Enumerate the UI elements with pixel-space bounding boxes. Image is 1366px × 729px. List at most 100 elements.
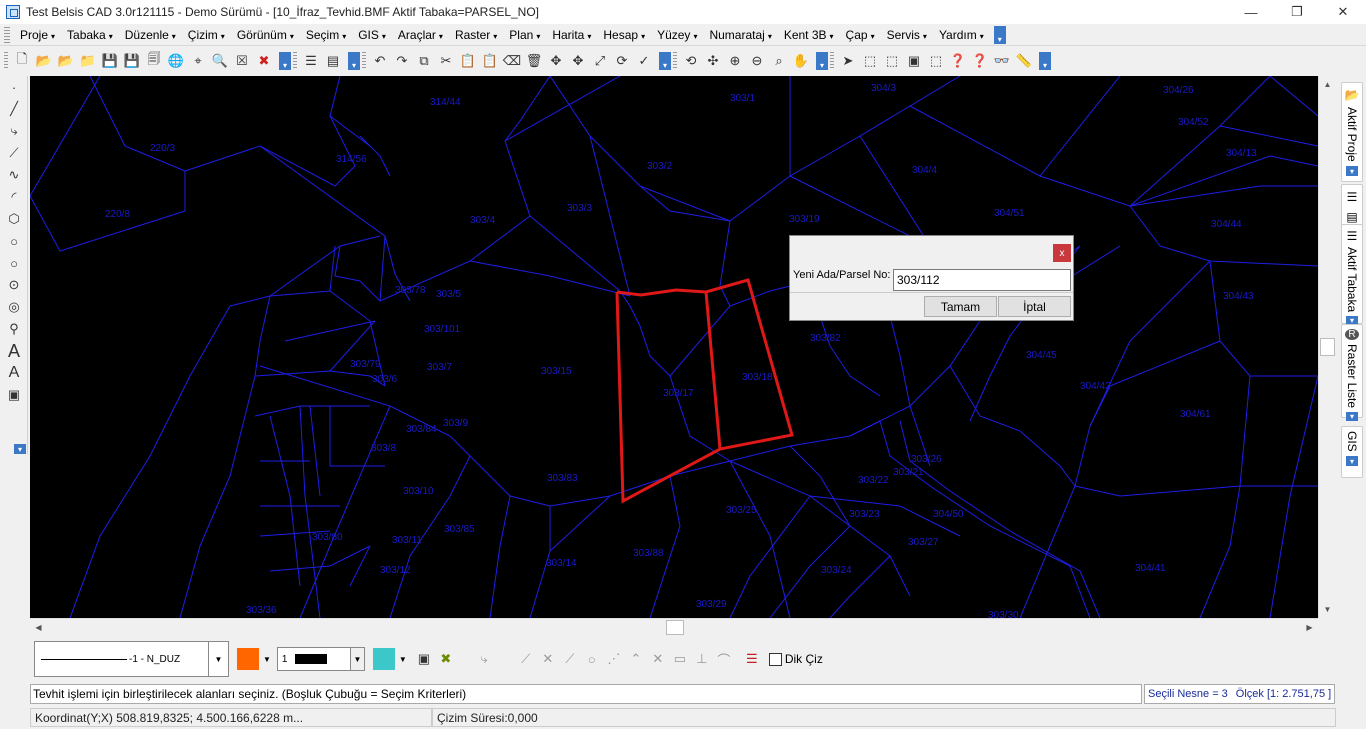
dik-ciz-checkbox[interactable] [768,652,782,666]
select-layer-icon[interactable]: ⬚ [925,50,947,72]
measure-icon[interactable]: 📏 [1013,50,1035,72]
dik-ciz-toggle[interactable]: Dik Çiz [768,652,823,666]
menu-cizim[interactable]: Çizim ▾ [182,28,231,42]
move-icon[interactable]: ✥ [545,50,567,72]
menu-harita[interactable]: Harita ▾ [546,28,597,42]
save-icon[interactable]: 💾 [99,50,121,72]
draw-toolbar-overflow-icon[interactable]: ▾ [14,444,26,454]
snap-intersection-icon[interactable]: ✕ [537,648,559,670]
scroll-left-icon[interactable]: ◀ [30,619,47,636]
copy-move-icon[interactable]: ✥ [567,50,589,72]
circle-2p-icon[interactable]: ○ [1,252,27,274]
menu-gorunum[interactable]: Görünüm ▾ [231,28,300,42]
menu-araclar[interactable]: Araçlar ▾ [392,28,449,42]
trim-icon[interactable]: ✓ [633,50,655,72]
menu-yuzey[interactable]: Yüzey ▾ [651,28,703,42]
refresh-icon[interactable]: ⟲ [680,50,702,72]
menu-secim[interactable]: Seçim ▾ [300,28,352,42]
drawing-canvas[interactable]: 314/44 303/1 304/3 304/26 220/3 314/56 3… [30,76,1318,618]
color-swatch-secondary[interactable] [372,648,395,670]
copy-icon[interactable]: ⧉ [413,50,435,72]
menu-servis[interactable]: Servis ▾ [881,28,933,42]
rotate-icon[interactable]: ⟳ [611,50,633,72]
menubar-overflow-icon[interactable]: ▾ [993,25,1006,44]
line-weight-dropdown-icon[interactable]: ▼ [350,647,365,671]
snap-tangent-icon[interactable]: ⌒ [713,648,735,670]
open-project-icon[interactable]: 📂 [55,50,77,72]
line-weight-select[interactable]: 1 [276,647,351,671]
menu-duzenle[interactable]: Düzenle ▾ [119,28,182,42]
undo-icon[interactable]: ↶ [369,50,391,72]
layer-props-icon[interactable]: ▤ [1344,209,1360,225]
line-icon[interactable]: ╱ [1,98,27,120]
menu-numarataj[interactable]: Numarataj ▾ [703,28,777,42]
fill-icon[interactable]: ▣ [413,648,435,670]
edit-toolbar-overflow-icon[interactable]: ▾ [659,52,671,70]
import-icon[interactable]: 📁 [77,50,99,72]
zoom-window-icon[interactable]: ⌕ [768,50,790,72]
circle-icon[interactable]: ○ [1,230,27,252]
line-style-dropdown-icon[interactable]: ▼ [209,641,229,677]
tab-gis[interactable]: GIS ▾ [1341,426,1363,478]
symbol-icon[interactable]: ⚲ [1,318,27,340]
menu-cap[interactable]: Çap ▾ [840,28,881,42]
color-dropdown-icon[interactable]: ▼ [263,655,271,664]
layers-icon[interactable]: ☰ [300,50,322,72]
menu-raster[interactable]: Raster ▾ [449,28,503,42]
file-toolbar-overflow-icon[interactable]: ▾ [279,52,291,70]
delete-icon[interactable]: 🗑 [523,50,545,72]
cancel-button[interactable]: İptal [998,296,1071,317]
preview-icon[interactable]: 🔍 [209,50,231,72]
zoom-out-icon[interactable]: ⊖ [746,50,768,72]
hand-icon[interactable]: ✋ [790,50,812,72]
polygon-icon[interactable]: ⬡ [1,208,27,230]
view-toolbar-overflow-icon[interactable]: ▾ [816,52,828,70]
menu-hesap[interactable]: Hesap ▾ [597,28,651,42]
erase-icon[interactable]: ⌫ [501,50,523,72]
snap-circle-icon[interactable]: ○ [581,648,603,670]
line-style-select[interactable]: -1 - N_DUZ [34,641,209,677]
save-as-icon[interactable]: 💾 [121,50,143,72]
spline-icon[interactable]: ∿ [1,164,27,186]
help-icon[interactable]: ❓ [947,50,969,72]
paste-icon[interactable]: 📋 [457,50,479,72]
minimize-button[interactable]: — [1228,0,1274,24]
redo-icon[interactable]: ↷ [391,50,413,72]
arc-icon[interactable]: ◜ [1,186,27,208]
scale-icon[interactable]: ⤢ [589,50,611,72]
polyline-icon[interactable]: ⤷ [1,120,27,142]
fill-color-dropdown-icon[interactable]: ▼ [399,655,407,664]
horizontal-scroll-thumb[interactable] [666,620,684,635]
text-icon[interactable]: A [1,340,27,362]
snap-angle-icon[interactable]: ⌃ [625,648,647,670]
exit-icon[interactable]: ✖ [253,50,275,72]
text-outline-icon[interactable]: A [1,362,27,384]
layer-toolbar-overflow-icon[interactable]: ▾ [348,52,360,70]
point-icon[interactable]: · [1,76,27,98]
restore-button[interactable]: ❐ [1274,0,1320,24]
snap-midpoint-icon[interactable]: ⟋ [515,648,537,670]
menubar-grip[interactable] [4,26,10,43]
layer-props-icon[interactable]: ☰ [741,648,763,670]
snap-perp-icon[interactable]: ⟋ [559,648,581,670]
print-preview-icon[interactable]: 🗐 [143,50,165,72]
menu-proje[interactable]: Proje ▾ [14,28,61,42]
snap-cross-icon[interactable]: ✕ [647,648,669,670]
menu-plan[interactable]: Plan ▾ [503,28,546,42]
tab-aktif-tabaka[interactable]: ☰ Aktif Tabaka ▾ [1341,224,1363,326]
command-line[interactable]: Tevhit işlemi için birleştirilecek alanl… [30,684,1142,704]
snap-base-icon[interactable]: ⊥ [691,648,713,670]
menu-gis[interactable]: GIS ▾ [352,28,392,42]
vertical-scroll-thumb[interactable] [1320,338,1335,356]
cancel-x-icon[interactable]: ✖ [435,648,457,670]
offset-line-icon[interactable]: ⟋ [1,142,27,164]
snap-endpoint-icon[interactable]: ⤷ [473,648,495,670]
paste-special-icon[interactable]: 📋 [479,50,501,72]
snap-near-icon[interactable]: ⋰ [603,648,625,670]
horizontal-scrollbar[interactable]: ◀ ▶ [30,618,1318,635]
pan-icon[interactable]: ✣ [702,50,724,72]
close-doc-icon[interactable]: ☒ [231,50,253,72]
google-icon[interactable]: 🌐 [165,50,187,72]
parcel-no-input[interactable] [893,269,1071,291]
zoom-in-icon[interactable]: ⊕ [724,50,746,72]
